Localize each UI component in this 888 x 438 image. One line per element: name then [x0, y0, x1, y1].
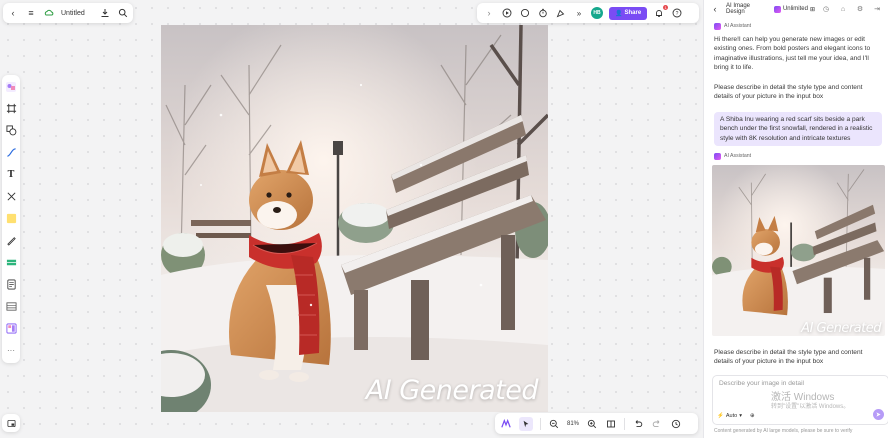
settings-icon[interactable]: ⚙	[854, 3, 866, 15]
cloud-sync-icon	[43, 7, 55, 19]
document-icon[interactable]	[4, 277, 18, 292]
minimap-icon	[6, 419, 16, 427]
document-title[interactable]: Untitled	[61, 10, 93, 17]
grid-table-icon[interactable]	[4, 299, 18, 314]
select-tool-button[interactable]	[519, 416, 533, 431]
mode-label: Auto	[725, 413, 738, 419]
assistant-label-row: AI Assistant	[714, 152, 882, 162]
minimap-button[interactable]	[2, 414, 20, 432]
redo-icon[interactable]	[651, 418, 663, 430]
send-button[interactable]	[873, 409, 884, 420]
template-icon[interactable]	[4, 321, 18, 336]
share-label: Share	[624, 10, 642, 16]
shapes-icon[interactable]	[4, 123, 18, 138]
table-icon[interactable]	[4, 255, 18, 270]
attach-icon[interactable]: ⊕	[750, 413, 755, 419]
back-icon[interactable]: ‹	[7, 7, 19, 19]
collapse-panel-icon[interactable]: ⇥	[871, 3, 883, 15]
help-icon[interactable]: ?	[671, 7, 683, 19]
divider	[624, 417, 626, 430]
mindmap-icon[interactable]	[4, 189, 18, 204]
zoom-in-icon[interactable]	[586, 418, 598, 430]
menu-icon[interactable]: ≡	[25, 7, 37, 19]
history-icon[interactable]	[670, 418, 682, 430]
windows-activation-title: 激活 Windows	[771, 392, 835, 403]
assistant-label: AI Assistant	[724, 153, 752, 159]
add-user-icon: 👤	[615, 10, 623, 17]
sticky-note-icon[interactable]	[4, 211, 18, 226]
shiba-snow-scene	[161, 25, 548, 412]
prompt-input-placeholder: Describe your image in detail	[719, 380, 805, 387]
search-icon[interactable]	[117, 7, 129, 19]
user-message-bubble: A Shiba Inu wearing a red scarf sits bes…	[714, 111, 882, 146]
comment-icon[interactable]	[519, 7, 531, 19]
download-icon[interactable]	[99, 7, 111, 19]
history-icon[interactable]: ◷	[820, 3, 832, 15]
chevron-down-icon: ▾	[739, 413, 742, 419]
windows-activation-sub: 转到"设置"以激活 Windows。	[771, 404, 850, 410]
mode-selector[interactable]: ⚡ Auto ▾ ⊕	[717, 413, 755, 419]
ai-shapes-icon[interactable]	[4, 79, 18, 94]
assistant-label-row: AI Assistant	[714, 22, 882, 32]
assistant-prompt-hint: Please describe in detail the style type…	[714, 83, 863, 101]
pen-icon[interactable]	[4, 233, 18, 248]
ai-logo-icon[interactable]	[500, 418, 512, 430]
ai-assistant-icon	[714, 153, 721, 161]
fit-screen-icon[interactable]	[605, 418, 617, 430]
shiba-thumbnail	[712, 164, 885, 336]
share-button[interactable]: 👤 Share	[609, 6, 648, 20]
notification-count: 1	[663, 5, 669, 10]
ai-image-panel: ‹ AI Image Design Unlimited ⊞ ◷ ⌂ ⚙ ⇥ AI…	[703, 0, 888, 438]
left-toolbar: T ···	[2, 75, 20, 363]
windows-activation-watermark: 激活 Windows 转到"设置"以激活 Windows。	[771, 392, 849, 411]
more-chevron-icon[interactable]: »	[573, 7, 585, 19]
assistant-prompt-hint-2: Please describe in detail the style type…	[714, 348, 863, 366]
lightning-icon: ⚡	[717, 413, 724, 419]
assistant-intro-text: Hi there!I can help you generate new ima…	[714, 35, 871, 72]
avatar[interactable]: HB	[591, 7, 603, 19]
generated-image[interactable]: AI Generated	[161, 25, 548, 412]
more-tools-icon[interactable]: ···	[4, 343, 18, 358]
ai-generated-watermark: AI Generated	[365, 375, 539, 406]
divider	[540, 417, 541, 430]
svg-text:?: ?	[676, 11, 679, 17]
assistant-label: AI Assistant	[724, 23, 752, 29]
assistant-message: Hi there!I can help you generate new ima…	[714, 35, 882, 102]
cursor-icon	[523, 420, 529, 427]
ai-disclaimer: Content generated by AI large models, pl…	[714, 428, 853, 434]
gem-icon	[773, 5, 781, 13]
ai-panel-header: ‹ AI Image Design Unlimited ⊞ ◷ ⌂ ⚙ ⇥	[704, 0, 888, 18]
connector-icon[interactable]	[4, 145, 18, 160]
ai-generated-watermark: AI Generated	[801, 321, 881, 336]
celebrate-icon[interactable]	[555, 7, 567, 19]
ai-panel-title: AI Image Design	[726, 3, 751, 15]
prompt-input[interactable]: Describe your image in detail 激活 Windows…	[712, 375, 888, 425]
frame-icon[interactable]	[4, 101, 18, 116]
back-icon[interactable]: ‹	[709, 3, 721, 15]
timer-icon[interactable]	[537, 7, 549, 19]
top-toolbar: › » HB 👤 Share 1 ?	[477, 3, 699, 23]
zoom-out-icon[interactable]	[548, 418, 560, 430]
text-icon[interactable]: T	[4, 167, 18, 182]
plan-badge[interactable]: Unlimited ⊞	[773, 5, 815, 13]
gift-icon: ⊞	[809, 6, 815, 13]
bottom-toolbar: 81%	[495, 413, 698, 434]
gallery-icon[interactable]: ⌂	[837, 3, 849, 15]
generated-image-thumbnail[interactable]: AI Generated	[712, 164, 885, 336]
document-bar: ‹ ≡ Untitled	[3, 3, 133, 23]
plan-badge-label: Unlimited	[782, 6, 808, 12]
undo-icon[interactable]	[632, 418, 644, 430]
zoom-level[interactable]: 81%	[567, 421, 579, 427]
ai-assistant-icon	[714, 23, 721, 31]
play-icon[interactable]	[501, 7, 513, 19]
send-icon	[876, 412, 881, 417]
collapse-chevron-icon[interactable]: ›	[483, 7, 495, 19]
notification-bell-icon[interactable]: 1	[653, 5, 669, 19]
